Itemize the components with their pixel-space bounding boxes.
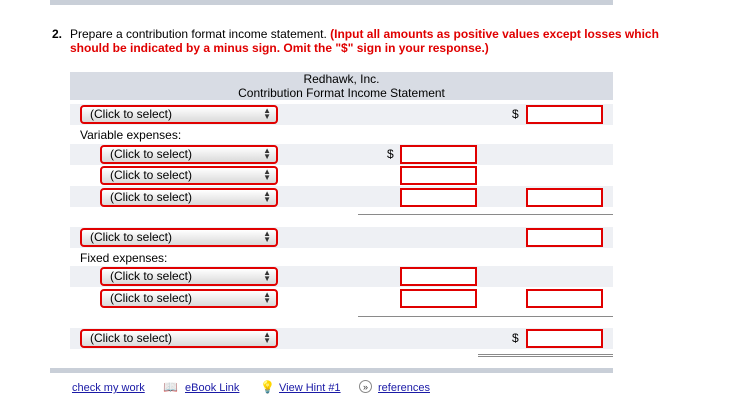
statement-title: Contribution Format Income Statement (238, 86, 445, 100)
select-value: (Click to select) (90, 107, 173, 121)
total-variable-expenses-input[interactable] (526, 188, 603, 207)
book-icon[interactable]: 📖 (163, 380, 178, 394)
contribution-margin-input[interactable] (526, 228, 603, 247)
fixed-expense-select-1[interactable]: (Click to select) ▲ ▼ (100, 267, 278, 286)
net-income-input[interactable] (526, 329, 603, 348)
net-income-select[interactable]: (Click to select) ▲ ▼ (80, 329, 278, 348)
variable-expense-input-3[interactable] (400, 188, 477, 207)
question-number: 2. (52, 27, 63, 41)
statement-heading: Redhawk, Inc. Contribution Format Income… (70, 72, 613, 100)
company-name: Redhawk, Inc. (303, 72, 380, 86)
question-text: Prepare a contribution format income sta… (70, 27, 690, 55)
bottom-divider (50, 368, 613, 373)
fixed-expense-input-1[interactable] (400, 267, 477, 286)
sales-select[interactable]: (Click to select) ▲ ▼ (80, 105, 278, 124)
select-arrows-icon: ▲ ▼ (263, 189, 271, 204)
top-divider (50, 0, 613, 5)
variable-expense-input-1[interactable] (400, 145, 477, 164)
contribution-margin-select[interactable]: (Click to select) ▲ ▼ (80, 228, 278, 247)
references-link[interactable]: references (378, 382, 430, 394)
select-arrows-icon: ▲ ▼ (263, 167, 271, 182)
select-arrows-icon: ▲ ▼ (263, 268, 271, 283)
variable-expense-select-2[interactable]: (Click to select) ▲ ▼ (100, 166, 278, 185)
lightbulb-icon[interactable]: 💡 (260, 380, 275, 394)
chevron-down-icon[interactable]: » (359, 380, 372, 393)
fixed-expense-select-2[interactable]: (Click to select) ▲ ▼ (100, 289, 278, 308)
sales-input[interactable] (526, 105, 603, 124)
select-value: (Click to select) (110, 269, 193, 283)
dollar-sign: $ (512, 107, 519, 121)
question-prompt: Prepare a contribution format income sta… (70, 27, 327, 41)
subtotal-rule (358, 214, 613, 215)
total-double-rule (478, 354, 613, 355)
select-value: (Click to select) (110, 168, 193, 182)
select-arrows-icon: ▲ ▼ (263, 330, 271, 345)
variable-expense-select-1[interactable]: (Click to select) ▲ ▼ (100, 145, 278, 164)
total-double-rule (478, 356, 613, 357)
fixed-expense-input-2[interactable] (400, 289, 477, 308)
select-arrows-icon: ▲ ▼ (263, 146, 271, 161)
check-my-work-link[interactable]: check my work (72, 382, 145, 394)
ebook-link[interactable]: eBook Link (185, 382, 239, 394)
select-value: (Click to select) (90, 230, 173, 244)
select-value: (Click to select) (110, 291, 193, 305)
subtotal-rule (358, 316, 613, 317)
select-value: (Click to select) (110, 147, 193, 161)
select-value: (Click to select) (110, 190, 193, 204)
variable-expenses-label: Variable expenses: (80, 128, 182, 142)
select-arrows-icon: ▲ ▼ (263, 290, 271, 305)
fixed-expenses-label: Fixed expenses: (80, 251, 168, 265)
variable-expense-select-3[interactable]: (Click to select) ▲ ▼ (100, 188, 278, 207)
total-fixed-expenses-input[interactable] (526, 289, 603, 308)
dollar-sign: $ (512, 331, 519, 345)
select-value: (Click to select) (90, 331, 173, 345)
dollar-sign: $ (387, 147, 394, 161)
view-hint-link[interactable]: View Hint #1 (279, 382, 341, 394)
select-arrows-icon: ▲ ▼ (263, 229, 271, 244)
select-arrows-icon: ▲ ▼ (263, 106, 271, 121)
variable-expense-input-2[interactable] (400, 166, 477, 185)
